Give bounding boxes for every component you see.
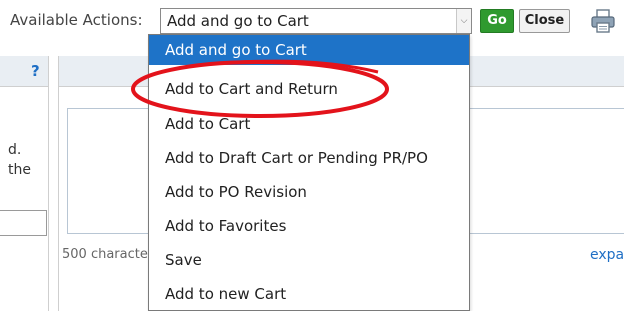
available-actions-select[interactable]: Add and go to Cart ⌵ (160, 8, 472, 34)
available-actions-dropdown: Add and go to Cart Add to Cart and Retur… (148, 34, 470, 311)
dropdown-item-add-to-new-cart[interactable]: Add to new Cart (149, 279, 469, 309)
available-actions-label: Available Actions: (10, 11, 143, 29)
dropdown-item-add-to-po-revision[interactable]: Add to PO Revision (149, 177, 469, 207)
go-button[interactable]: Go (480, 9, 514, 33)
printer-icon[interactable] (590, 8, 616, 34)
chevron-down-icon[interactable]: ⌵ (456, 9, 471, 33)
character-count: 500 character (62, 247, 154, 262)
dropdown-item-add-to-draft-cart[interactable]: Add to Draft Cart or Pending PR/PO (149, 143, 469, 173)
dropdown-item-add-to-cart-and-return[interactable]: Add to Cart and Return (149, 74, 469, 104)
help-icon[interactable]: ? (31, 62, 40, 80)
dropdown-item-save[interactable]: Save (149, 245, 469, 275)
expand-link[interactable]: expa (590, 247, 624, 263)
dropdown-item-add-and-go-to-cart[interactable]: Add and go to Cart (149, 35, 469, 65)
left-panel: ? d. the (0, 56, 49, 311)
left-panel-text-line2: the (8, 162, 31, 178)
left-panel-text-line1: d. (8, 142, 22, 158)
left-panel-input[interactable] (0, 210, 47, 236)
left-panel-header: ? (0, 56, 48, 87)
dropdown-item-add-to-cart[interactable]: Add to Cart (149, 109, 469, 139)
close-button[interactable]: Close (519, 9, 570, 33)
dropdown-item-add-to-favorites[interactable]: Add to Favorites (149, 211, 469, 241)
available-actions-value: Add and go to Cart (167, 12, 309, 30)
